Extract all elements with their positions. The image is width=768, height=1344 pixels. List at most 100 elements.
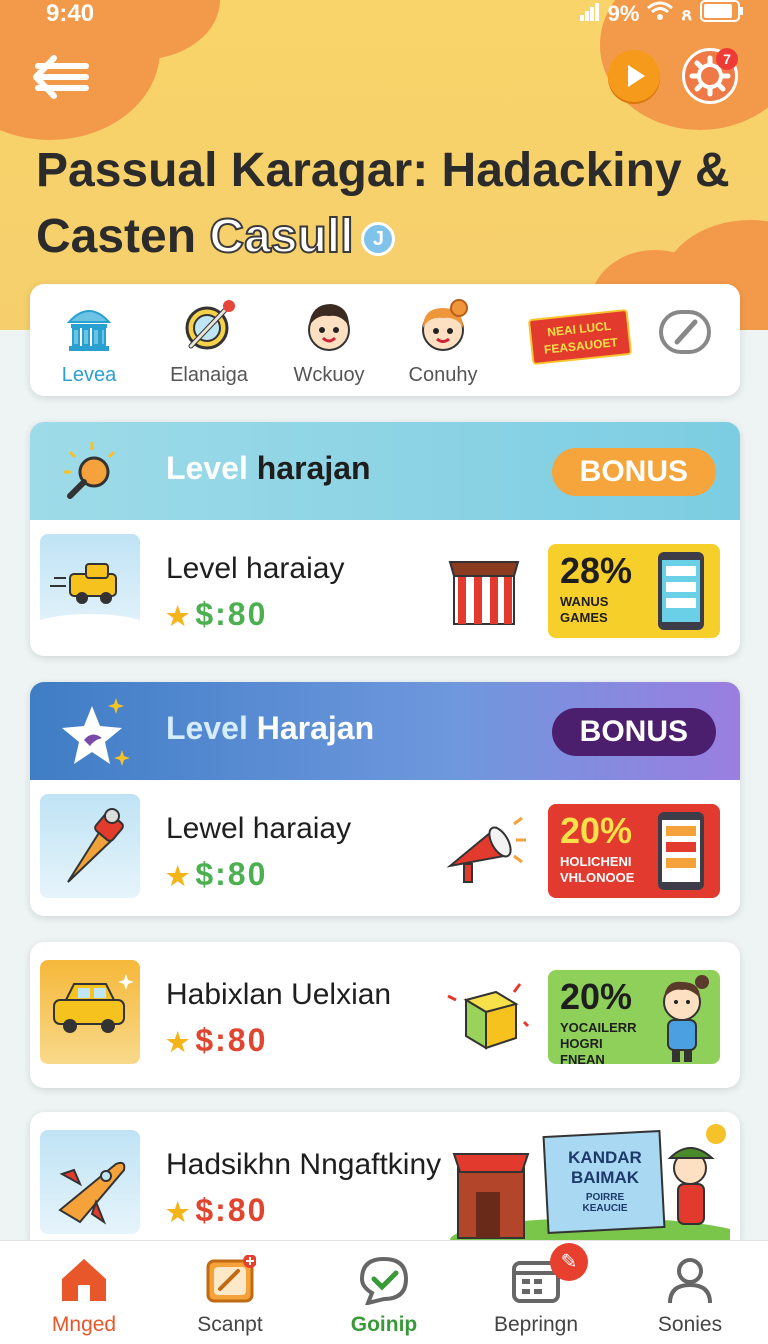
card-header: Level harajan BONUS [30, 422, 740, 520]
play-icon [628, 65, 645, 87]
offer-card-3[interactable]: Habixlan Uelxian ★ $:80 20% YOCAILERR HOG… [30, 942, 740, 1088]
promo-percent: 20% [560, 810, 633, 851]
category-label: Conuhy [408, 364, 478, 386]
category-item-levea[interactable]: Levea [34, 298, 144, 387]
home-icon [58, 1255, 110, 1305]
nav-item-scanpt[interactable]: Scanpt [160, 1254, 300, 1337]
car-thumbnail [40, 960, 140, 1064]
phone-icon [652, 548, 712, 634]
category-label: Elanaiga [170, 364, 248, 386]
ticket-plus-icon [204, 1254, 257, 1305]
title-line-2a: Casten [36, 210, 197, 263]
nav-label: Mnged [51, 1313, 117, 1336]
nav-label: Scanpt [197, 1313, 263, 1336]
boy-face-icon [301, 298, 357, 354]
gift-box-icon [440, 550, 530, 630]
offer-price: ★ $:80 [166, 596, 268, 632]
phone-icon [652, 808, 712, 894]
status-indicators: 9% ጸ [579, 0, 744, 28]
star-icon: ★ [166, 861, 192, 891]
card-header-title: Level harajan [166, 450, 371, 486]
offer-title: Habixlan Uelxian [166, 978, 392, 1011]
promo-subtitle: YOCAILERR HOGRI FNEAN [560, 1020, 637, 1064]
nav-label: Bepringn [493, 1313, 579, 1336]
offer-title: Lewel haraiay [166, 812, 352, 845]
nav-badge: ✎ [550, 1243, 588, 1281]
offer-row[interactable]: Hadsikhn Nngaftkiny ★ $:80 KANDAR BAIMAK … [30, 1118, 740, 1252]
offer-card-1[interactable]: Level harajan BONUS Level haraiay ★ $:80 … [30, 422, 740, 656]
category-item-elanaiga[interactable]: Elanaiga [154, 298, 264, 387]
offer-row[interactable]: Level haraiay ★ $:80 28% WANUS GAMES [30, 522, 740, 652]
nav-item-mnged[interactable]: Mnged [14, 1255, 154, 1337]
play-button[interactable] [608, 50, 660, 102]
gauge-icon [657, 304, 713, 360]
wifi-icon [647, 1, 674, 27]
category-label: Wckuoy [293, 364, 365, 386]
chat-check-icon [358, 1255, 410, 1306]
card-header: Level Harajan BONUS [30, 682, 740, 780]
nav-item-sonies[interactable]: Sonies [620, 1255, 760, 1337]
promo-banner[interactable]: 20% YOCAILERR HOGRI FNEAN [548, 970, 720, 1064]
kid-character-icon [648, 972, 716, 1064]
page-title: Passual Karagar: Hadackiny & Casten Casu… [36, 138, 736, 270]
offer-title: Hadsikhn Nngaftkiny [166, 1148, 442, 1181]
bonus-button[interactable]: BONUS [551, 448, 716, 496]
category-item-conuhy[interactable]: Conuhy [388, 298, 498, 387]
category-bar: Levea Elanaiga Wckuoy Conuhy NEAI LUCL F… [30, 284, 740, 396]
star-icon: ★ [166, 1197, 192, 1227]
magnifier-sparkle-icon [60, 440, 124, 504]
offer-row[interactable]: Lewel haraiay ★ $:80 20% HOLICHENI VHLONO… [30, 782, 740, 912]
music-note-icon: J [361, 222, 396, 257]
cone-thumbnail [40, 794, 140, 898]
shop-banner-title: KANDAR BAIMAK [568, 1148, 642, 1187]
offer-price: ★ $:80 [166, 1022, 268, 1058]
person-icon [664, 1255, 716, 1305]
alarm-icon: ጸ [681, 3, 692, 24]
ribbon-banner-icon: NEAI LUCL FEASAUOET [527, 308, 633, 366]
back-arrow-icon [33, 55, 89, 99]
offer-card-2[interactable]: Level Harajan BONUS Lewel haraiay ★ $:80 … [30, 682, 740, 916]
battery-icon [700, 0, 744, 28]
megaphone-icon [440, 810, 530, 890]
offer-price: ★ $:80 [166, 1192, 268, 1228]
notification-badge: 7 [716, 48, 738, 70]
promo-banner[interactable]: 28% WANUS GAMES [548, 544, 720, 638]
shop-banner-subtitle: POIRRE KEAUCIE [582, 1192, 628, 1214]
promo-percent: 28% [560, 550, 633, 591]
girl-face-icon [415, 298, 471, 354]
category-label: Levea [61, 364, 117, 386]
category-item-banner[interactable]: NEAI LUCL FEASAUOET [520, 298, 640, 366]
shop-scene-illustration: KANDAR BAIMAK POIRRE KEAUCIE [450, 1124, 740, 1252]
nav-label: Sonies [657, 1313, 723, 1336]
offer-row[interactable]: Habixlan Uelxian ★ $:80 20% YOCAILERR HOG… [30, 948, 740, 1078]
category-item-gauge[interactable] [630, 298, 740, 360]
nav-label: Goinip [350, 1313, 418, 1336]
card-header-title: Level Harajan [166, 710, 375, 746]
signal-percent: 9% [607, 1, 640, 26]
truck-thumbnail [40, 534, 140, 638]
magnifier-wand-icon [181, 298, 237, 354]
app-header: 9:40 9% ጸ 7 Passual Karagar: Hadackiny &… [0, 0, 768, 330]
star-icon: ★ [166, 601, 192, 631]
status-bar: 9:40 9% ጸ [0, 0, 768, 28]
temple-icon [61, 298, 117, 354]
promo-banner[interactable]: 20% HOLICHENI VHLONOOE [548, 804, 720, 898]
bonus-button[interactable]: BONUS [551, 708, 716, 756]
title-line-1: Passual Karagar: Hadackiny & [36, 144, 730, 197]
nav-item-goinip[interactable]: Goinip [314, 1255, 454, 1337]
promo-percent: 20% [560, 976, 633, 1017]
star-icon: ★ [166, 1027, 192, 1057]
offer-price: ★ $:80 [166, 856, 268, 892]
title-line-2b: Casull [208, 209, 354, 264]
status-time: 9:40 [46, 0, 95, 27]
promo-subtitle: HOLICHENI VHLONOOE [560, 854, 635, 885]
promo-subtitle: WANUS GAMES [560, 594, 609, 625]
offer-title: Level haraiay [166, 552, 345, 585]
signal-icon [579, 1, 600, 27]
star-badge-icon [52, 694, 132, 772]
offer-card-4[interactable]: Hadsikhn Nngaftkiny ★ $:80 KANDAR BAIMAK … [30, 1112, 740, 1252]
back-button[interactable] [30, 52, 92, 102]
category-item-wckuoy[interactable]: Wckuoy [274, 298, 384, 387]
bottom-navigation: Mnged Scanpt Goinip ✎ Bepringn Sonies [0, 1240, 768, 1344]
nav-item-bepringn[interactable]: ✎ Bepringn [466, 1243, 606, 1337]
